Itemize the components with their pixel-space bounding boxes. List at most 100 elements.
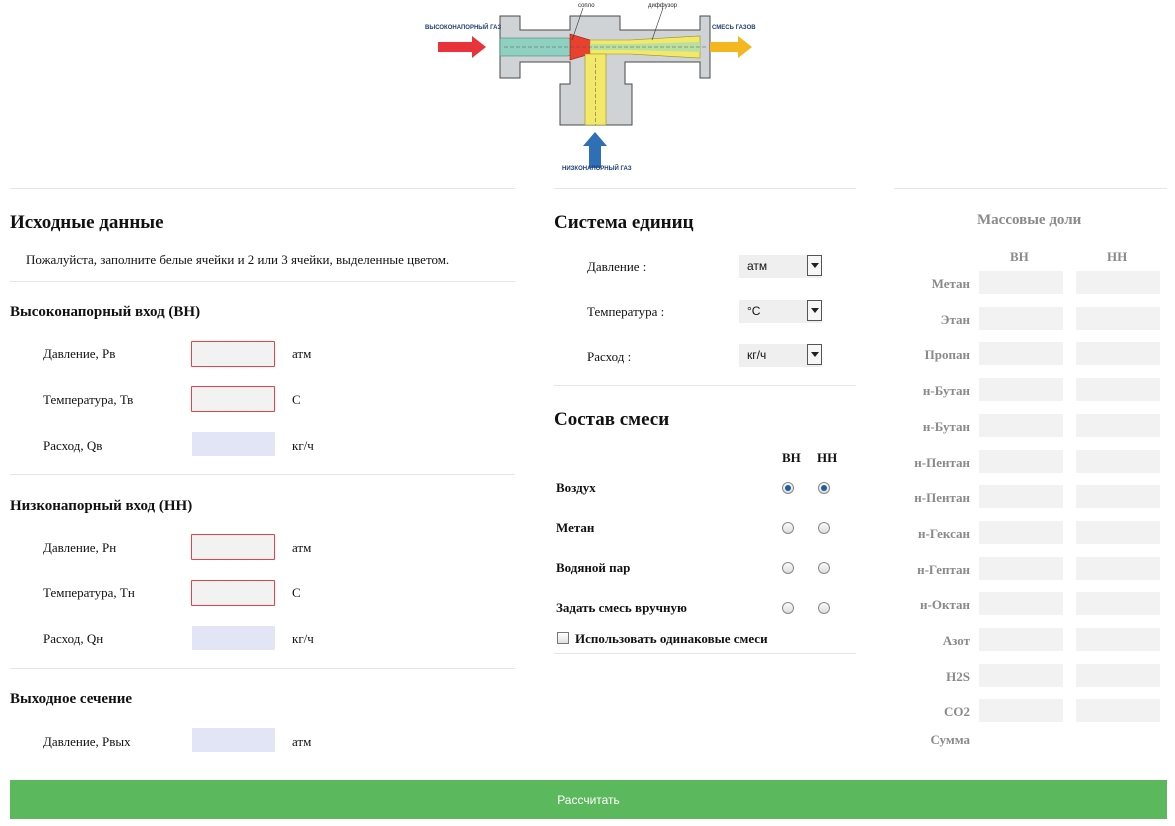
mass-row-label: н-Гептан — [917, 561, 970, 577]
low-pressure-unit: атм — [292, 540, 312, 555]
outlet-pressure-unit: атм — [292, 734, 312, 749]
low-flow-label: Расход, Qн — [43, 631, 104, 646]
mass-row-label: н-Бутан — [922, 383, 970, 399]
low-pressure-label: Давление, Рн — [43, 540, 117, 555]
mass-input-low[interactable] — [1076, 342, 1160, 366]
label-nozzle: сопло — [578, 3, 595, 9]
mass-input-high[interactable] — [979, 413, 1063, 437]
mass-row-label: н-Гексан — [918, 525, 970, 541]
mass-input-low[interactable] — [1076, 271, 1160, 294]
units-temperature-select[interactable]: °C — [739, 300, 822, 323]
mass-input-low[interactable] — [1076, 592, 1160, 616]
radio-steam-high[interactable] — [782, 562, 794, 574]
outlet-section-title: Выходное сечение — [10, 691, 133, 707]
mass-row-label: н-Бутан — [922, 418, 970, 434]
mass-input-high[interactable] — [979, 378, 1063, 402]
label-diffuser: диффузор — [648, 3, 678, 9]
mass-row-label: Азот — [942, 633, 970, 648]
mass-input-high[interactable] — [979, 556, 1063, 580]
units-temperature-value: °C — [747, 304, 761, 318]
mass-input-low[interactable] — [1076, 378, 1160, 402]
low-flow-unit: кг/ч — [292, 631, 314, 646]
calculate-button[interactable]: Рассчитать — [10, 780, 1167, 819]
high-pressure-input[interactable] — [191, 341, 275, 367]
radio-methane-high[interactable] — [782, 522, 794, 534]
mass-row-label: H2S — [946, 668, 970, 684]
mass-input-high[interactable] — [979, 520, 1063, 544]
high-temperature-input[interactable] — [191, 386, 275, 412]
label-gas-mixture: СМЕСЬ ГАЗОВ — [712, 25, 756, 31]
low-temperature-input[interactable] — [191, 580, 275, 606]
mass-row-label: н-Октан — [920, 597, 970, 613]
chevron-down-icon[interactable] — [807, 300, 822, 321]
mass-input-low[interactable] — [1076, 449, 1160, 473]
mixture-row-steam: Водяной пар — [556, 560, 631, 575]
mass-input-high[interactable] — [979, 342, 1063, 366]
high-flow-input[interactable] — [192, 432, 275, 456]
low-pressure-input[interactable] — [191, 534, 275, 560]
mass-input-low[interactable] — [1076, 628, 1160, 651]
units-pressure-value: атм — [747, 259, 768, 273]
radio-manual-low[interactable] — [818, 602, 830, 614]
mass-col-low: НН — [1107, 249, 1128, 264]
high-temperature-label: Температура, Тв — [43, 392, 134, 407]
units-flow-label: Расход : — [587, 349, 632, 364]
low-pressure-arrow-icon — [583, 132, 607, 168]
radio-air-high[interactable] — [782, 482, 794, 494]
mass-section-title: Массовые доли — [977, 212, 1082, 228]
mass-row-label: н-Пентан — [914, 490, 970, 506]
same-mix-checkbox[interactable] — [557, 632, 569, 644]
mass-input-low[interactable] — [1076, 485, 1160, 509]
low-pressure-inlet-title: Низконапорный вход (НН) — [10, 498, 193, 514]
mass-row-label: Пропан — [924, 347, 970, 363]
mass-row-label: Метан — [931, 276, 970, 291]
radio-manual-high[interactable] — [782, 602, 794, 614]
mass-input-high[interactable] — [979, 449, 1063, 473]
mass-row-label: н-Пентан — [914, 454, 970, 470]
mass-input-high[interactable] — [979, 306, 1063, 330]
mass-input-low[interactable] — [1076, 413, 1160, 437]
mass-input-low[interactable] — [1076, 556, 1160, 580]
mass-input-low[interactable] — [1076, 663, 1160, 687]
units-pressure-select[interactable]: атм — [739, 255, 822, 278]
mass-input-low[interactable] — [1076, 699, 1160, 723]
ejector-diagram: ВЫСОКОНАПОРНЫЙ ГАЗ НИЗКОНАПОРНЫЙ ГАЗ СМЕ… — [420, 0, 760, 180]
mixture-row-air: Воздух — [556, 480, 596, 495]
outlet-pressure-label: Давление, Рвых — [43, 734, 131, 749]
mass-input-high[interactable] — [979, 628, 1063, 651]
mix-arrow-icon — [710, 36, 752, 58]
label-low-pressure-gas: НИЗКОНАПОРНЫЙ ГАЗ — [562, 166, 632, 172]
units-pressure-label: Давление : — [587, 259, 647, 274]
units-section-title: Система единиц — [554, 212, 694, 233]
high-temperature-unit: С — [292, 392, 301, 407]
mixture-row-methane: Метан — [556, 520, 595, 535]
radio-methane-low[interactable] — [818, 522, 830, 534]
low-flow-input[interactable] — [192, 626, 275, 650]
mass-input-high[interactable] — [979, 592, 1063, 616]
label-high-pressure-gas: ВЫСОКОНАПОРНЫЙ ГАЗ — [425, 25, 502, 31]
mixture-section-title: Состав смеси — [554, 409, 670, 430]
high-pressure-arrow-icon — [438, 36, 486, 58]
mass-input-low[interactable] — [1076, 306, 1160, 330]
radio-steam-low[interactable] — [818, 562, 830, 574]
mass-input-high[interactable] — [979, 663, 1063, 687]
same-mix-label: Использовать одинаковые смеси — [575, 631, 768, 646]
mass-input-high[interactable] — [979, 271, 1063, 294]
mass-input-high[interactable] — [979, 485, 1063, 509]
mixture-row-manual: Задать смесь вручную — [556, 600, 687, 615]
mass-row-label: Этан — [940, 311, 970, 327]
units-flow-select[interactable]: кг/ч — [739, 344, 822, 367]
chevron-down-icon[interactable] — [807, 255, 822, 276]
high-pressure-inlet-title: Высоконапорный вход (ВН) — [10, 304, 201, 320]
chevron-down-icon[interactable] — [807, 344, 822, 365]
mass-input-high[interactable] — [979, 699, 1063, 723]
mass-sum-label: Сумма — [930, 732, 970, 747]
high-flow-unit: кг/ч — [292, 438, 314, 453]
input-hint: Пожалуйста, заполните белые ячейки и 2 и… — [26, 252, 450, 267]
mass-input-low[interactable] — [1076, 520, 1160, 544]
mass-col-high: ВН — [1010, 249, 1029, 264]
outlet-pressure-input[interactable] — [192, 728, 275, 752]
high-pressure-label: Давление, Рв — [43, 346, 116, 361]
input-section-title: Исходные данные — [10, 212, 164, 233]
radio-air-low[interactable] — [818, 482, 830, 494]
